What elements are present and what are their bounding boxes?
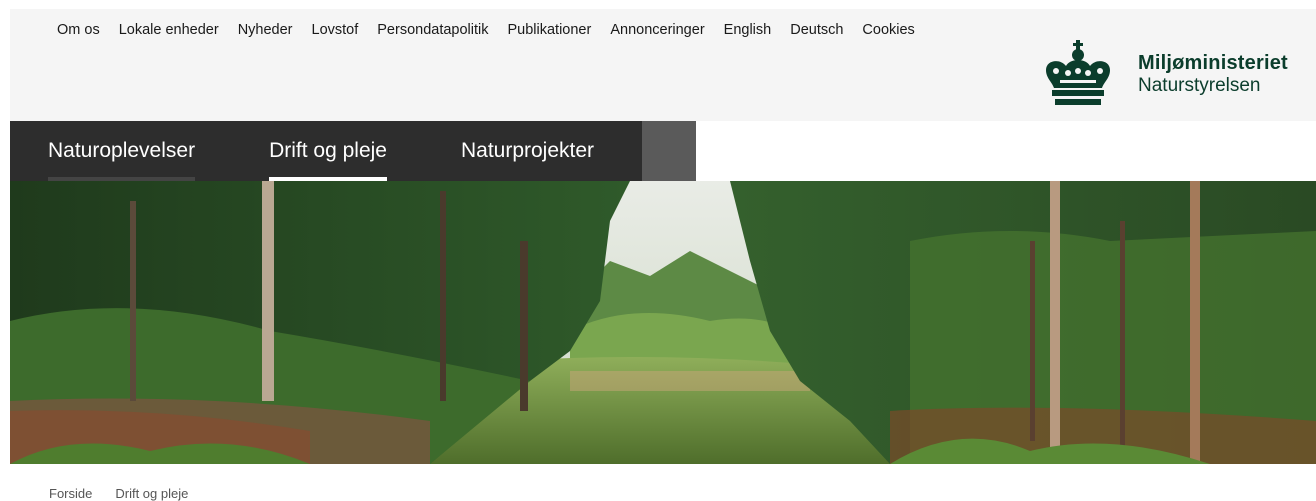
main-nav-naturoplevelser[interactable]: Naturoplevelser (10, 121, 231, 181)
main-nav-naturprojekter[interactable]: Naturprojekter (423, 121, 630, 181)
main-nav-drift-og-pleje[interactable]: Drift og pleje (231, 121, 423, 181)
main-nav-more[interactable] (642, 121, 696, 181)
site-header: Om os Lokale enheder Nyheder Lovstof Per… (10, 9, 1316, 121)
utility-link-lokale-enheder[interactable]: Lokale enheder (119, 22, 219, 38)
ministry-logo[interactable]: Miljøministeriet Naturstyrelsen (1040, 40, 1288, 108)
utility-link-persondatapolitik[interactable]: Persondatapolitik (377, 22, 488, 38)
utility-nav: Om os Lokale enheder Nyheder Lovstof Per… (57, 22, 915, 38)
utility-link-publikationer[interactable]: Publikationer (508, 22, 592, 38)
main-nav: Naturoplevelser Drift og pleje Naturproj… (10, 121, 696, 181)
utility-link-english[interactable]: English (724, 22, 772, 38)
utility-link-annonceringer[interactable]: Annonceringer (610, 22, 704, 38)
utility-link-deutsch[interactable]: Deutsch (790, 22, 843, 38)
logo-subtitle: Naturstyrelsen (1138, 74, 1261, 96)
utility-link-om-os[interactable]: Om os (57, 22, 100, 38)
crown-icon (1040, 40, 1116, 108)
breadcrumb-forside[interactable]: Forside (49, 486, 92, 501)
utility-link-nyheder[interactable]: Nyheder (238, 22, 293, 38)
utility-link-cookies[interactable]: Cookies (862, 22, 914, 38)
logo-title: Miljøministeriet (1138, 51, 1288, 74)
hero-forest-image (10, 181, 1316, 464)
breadcrumb-drift-og-pleje[interactable]: Drift og pleje (115, 486, 188, 501)
breadcrumb: Forside Drift og pleje (49, 486, 188, 501)
utility-link-lovstof[interactable]: Lovstof (312, 22, 359, 38)
